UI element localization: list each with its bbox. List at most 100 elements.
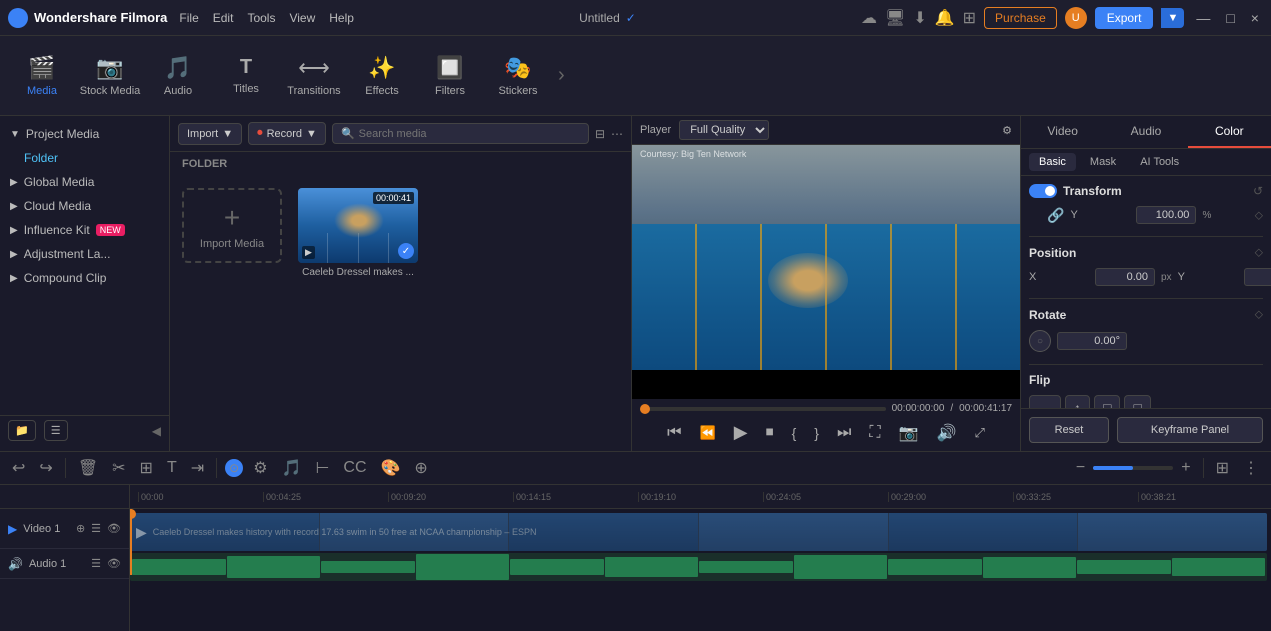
tab-color[interactable]: Color — [1188, 116, 1271, 148]
export-dropdown-icon[interactable]: ▼ — [1161, 8, 1184, 28]
audio-track-options[interactable]: ☰ — [91, 557, 101, 570]
sidebar-item-adjustment[interactable]: ▶ Adjustment La... — [0, 242, 169, 266]
menu-view[interactable]: View — [289, 11, 315, 25]
position-reset-icon[interactable]: ⬦ — [1255, 245, 1263, 260]
grid-view-button[interactable]: ⊞ — [1212, 456, 1233, 480]
fullscreen-button[interactable]: ⛶ — [865, 422, 884, 444]
y-keyframe-icon[interactable]: ⬦ — [1255, 208, 1263, 223]
import-media-button[interactable]: + Import Media — [182, 188, 282, 263]
zoom-out-button[interactable]: − — [1072, 457, 1089, 479]
frame-back-button[interactable]: ⏪ — [696, 423, 720, 443]
tool-audio[interactable]: 🎵 Audio — [146, 41, 210, 111]
y-pos-input[interactable]: 0.00 — [1244, 268, 1271, 286]
transform-reset-icon[interactable]: ↺ — [1253, 184, 1263, 198]
maximize-button[interactable]: □ — [1222, 10, 1238, 26]
audio-wave-button[interactable]: 🎵 — [278, 456, 306, 480]
play-button[interactable]: ▶ — [730, 420, 752, 445]
mark-in-button[interactable]: { — [788, 423, 801, 443]
export-button[interactable]: Export — [1095, 7, 1154, 29]
playhead[interactable] — [130, 509, 132, 575]
rewind-button[interactable]: ⏮ — [663, 422, 685, 444]
sidebar-item-project-media[interactable]: ▼ Project Media — [0, 122, 169, 146]
tool-titles[interactable]: T Titles — [214, 41, 278, 111]
video-track-add[interactable]: ⊕ — [76, 522, 85, 535]
settings-button[interactable]: ⋮ — [1239, 456, 1263, 480]
fit-button[interactable]: ⤢ — [970, 423, 988, 443]
audio-clip[interactable] — [130, 553, 1267, 581]
tool-filters[interactable]: 🔲 Filters — [418, 41, 482, 111]
zoom-in-button[interactable]: + — [1177, 457, 1194, 479]
tab-audio[interactable]: Audio — [1104, 116, 1187, 148]
flip-option3-button[interactable]: □ — [1094, 395, 1120, 408]
menu-file[interactable]: File — [179, 11, 198, 25]
sidebar-item-folder[interactable]: Folder — [0, 146, 169, 170]
tool-media[interactable]: 🎬 Media — [10, 41, 74, 111]
split-button[interactable]: ⊢ — [311, 456, 333, 480]
tool-transitions[interactable]: ⟷ Transitions — [282, 41, 346, 111]
tool-stock-media[interactable]: 📷 Stock Media — [78, 41, 142, 111]
player-settings-icon[interactable]: ⚙ — [1002, 124, 1012, 137]
close-button[interactable]: × — [1247, 10, 1263, 26]
transform-toggle[interactable] — [1029, 184, 1057, 198]
record-button[interactable]: ⏺ Record ▼ — [248, 122, 326, 145]
sidebar-item-influence-kit[interactable]: ▶ Influence Kit NEW — [0, 218, 169, 242]
sidebar-item-global-media[interactable]: ▶ Global Media — [0, 170, 169, 194]
audio-button[interactable]: 🔊 — [933, 421, 961, 445]
subtab-mask[interactable]: Mask — [1080, 153, 1126, 171]
sidebar-item-compound-clip[interactable]: ▶ Compound Clip — [0, 266, 169, 290]
redo-button[interactable]: ↪ — [35, 456, 56, 480]
zoom-bar[interactable] — [1093, 466, 1173, 470]
flip-vertical-button[interactable]: ↕ — [1065, 395, 1090, 408]
purchase-button[interactable]: Purchase — [984, 7, 1057, 29]
sidebar-item-cloud-media[interactable]: ▶ Cloud Media — [0, 194, 169, 218]
delete-button[interactable]: 🗑 — [74, 456, 102, 480]
more-options-icon[interactable]: ⋯ — [611, 127, 623, 141]
stop-button[interactable]: ⏹ — [762, 422, 778, 444]
subtab-ai-tools[interactable]: AI Tools — [1130, 153, 1189, 171]
zoom-in-track[interactable]: ⊕ — [410, 456, 431, 480]
prev-clip-button[interactable]: ⏭ — [833, 422, 855, 444]
crop-button[interactable]: ⊞ — [136, 456, 157, 480]
subtab-basic[interactable]: Basic — [1029, 153, 1076, 171]
caption-button[interactable]: CC — [339, 457, 370, 479]
x-input[interactable]: 0.00 — [1095, 268, 1155, 286]
text-button[interactable]: T — [163, 457, 181, 479]
color-button[interactable]: 🎨 — [377, 456, 405, 480]
collapse-panel-icon[interactable]: ◀ — [152, 424, 161, 438]
menu-edit[interactable]: Edit — [213, 11, 234, 25]
tool-effects[interactable]: ✨ Effects — [350, 41, 414, 111]
flip-option4-button[interactable]: □ — [1124, 395, 1150, 408]
menu-help[interactable]: Help — [329, 11, 354, 25]
tool-stickers[interactable]: 🎭 Stickers — [486, 41, 550, 111]
video-track-header: ▶ Video 1 ⊕ ☰ 👁 — [0, 509, 129, 549]
audio-track-eye[interactable]: 👁 — [107, 557, 121, 570]
y-input[interactable]: 100.00 — [1136, 206, 1196, 224]
list-view-button[interactable]: ☰ — [44, 420, 68, 441]
video-clip[interactable]: ▶ Caeleb Dressel makes history with reco… — [130, 513, 1267, 551]
filter-icon[interactable]: ⊟ — [595, 127, 605, 141]
snapshot-button[interactable]: 📷 — [895, 421, 923, 445]
tab-video[interactable]: Video — [1021, 116, 1104, 148]
mark-out-button[interactable]: } — [810, 423, 823, 443]
keyframe-panel-button[interactable]: Keyframe Panel — [1117, 417, 1263, 443]
undo-button[interactable]: ↩ — [8, 456, 29, 480]
video-track-eye[interactable]: 👁 — [107, 522, 121, 535]
search-input[interactable] — [359, 128, 580, 140]
ripple-button[interactable]: ⊙ — [225, 459, 243, 477]
progress-bar[interactable] — [640, 407, 886, 411]
rotate-input[interactable]: 0.00° — [1057, 332, 1127, 350]
snap-button[interactable]: ⚙ — [249, 456, 271, 480]
toolbar-expand[interactable]: › — [554, 64, 569, 87]
import-button[interactable]: Import ▼ — [178, 123, 242, 145]
new-folder-button[interactable]: 📁 — [8, 420, 36, 441]
minimize-button[interactable]: — — [1192, 10, 1214, 26]
flip-horizontal-button[interactable]: ↔ — [1029, 395, 1061, 408]
video-track-options[interactable]: ☰ — [91, 522, 101, 535]
menu-tools[interactable]: Tools — [247, 11, 275, 25]
video-thumbnail[interactable]: 00:00:41 ✓ ▶ Caeleb Dressel makes ... — [298, 188, 418, 278]
quality-select[interactable]: Full Quality 1/2 Quality 1/4 Quality — [679, 120, 769, 140]
rotate-reset-icon[interactable]: ⬦ — [1255, 307, 1263, 322]
more-button[interactable]: ⇥ — [187, 456, 208, 480]
reset-button[interactable]: Reset — [1029, 417, 1109, 443]
cut-button[interactable]: ✂ — [108, 456, 129, 480]
